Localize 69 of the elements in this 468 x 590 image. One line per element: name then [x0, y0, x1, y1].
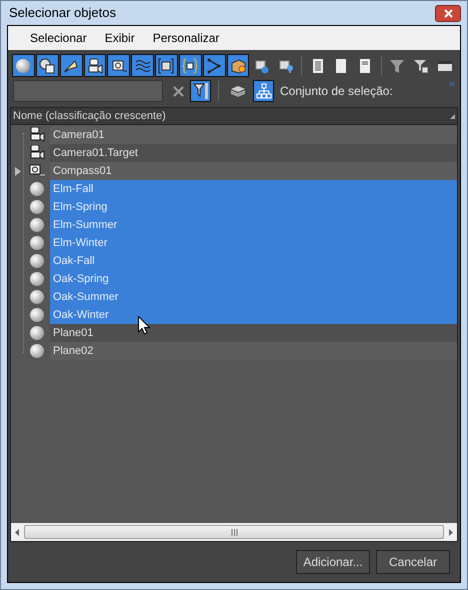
- column-header-label: Nome (classificação crescente): [13, 108, 166, 124]
- grip-icon: [230, 528, 238, 536]
- clear-search-button[interactable]: [170, 83, 186, 99]
- sphere-icon: [29, 199, 45, 215]
- waves-icon: [134, 58, 151, 74]
- layers-icon: [230, 83, 246, 99]
- object-list-row[interactable]: Plane01: [49, 324, 457, 342]
- column-header[interactable]: Nome (classificação crescente): [11, 108, 457, 125]
- sphere-icon: [29, 289, 45, 305]
- object-list-row[interactable]: Camera01: [49, 126, 457, 144]
- hierarchy-toggle-button[interactable]: [253, 80, 274, 102]
- object-type-filter-button[interactable]: [84, 54, 106, 77]
- sort-icon: [450, 114, 455, 118]
- sphere-icon: [15, 58, 32, 74]
- sphere-icon: [29, 181, 45, 197]
- close-icon: [444, 8, 452, 18]
- sphere-icon: [29, 253, 45, 269]
- camera-icon: [29, 127, 45, 143]
- object-list-row[interactable]: Oak-Spring: [49, 270, 457, 288]
- object-list-row[interactable]: Elm-Summer: [49, 216, 457, 234]
- horizontal-scrollbar[interactable]: [11, 523, 457, 541]
- object-type-filter-button[interactable]: [226, 54, 250, 77]
- scroll-right-icon[interactable]: [448, 528, 454, 536]
- object-type-filter-button[interactable]: [178, 54, 202, 77]
- sphere-icon: [29, 343, 45, 359]
- funnel-list-icon: [412, 58, 429, 74]
- shapes-icon: [39, 58, 56, 74]
- object-list-row[interactable]: Plane02: [49, 342, 457, 360]
- menu-item[interactable]: Personalizar: [144, 29, 228, 47]
- object-list-row[interactable]: Oak-Summer: [49, 288, 457, 306]
- object-type-filter-button[interactable]: [12, 54, 35, 77]
- object-list-row[interactable]: Elm-Spring: [49, 198, 457, 216]
- mouse-cursor-icon: [138, 316, 150, 335]
- object-list-row[interactable]: Oak-Fall: [49, 252, 457, 270]
- camera-icon: [29, 145, 45, 161]
- menu-item[interactable]: Selecionar: [22, 29, 95, 47]
- search-field[interactable]: [13, 80, 163, 102]
- funnel-icon: [192, 82, 208, 100]
- scroll-left-icon[interactable]: [14, 528, 20, 536]
- close-icon: [172, 86, 184, 96]
- menu-item[interactable]: Exibir: [96, 29, 143, 47]
- object-list-row[interactable]: Compass01: [49, 162, 457, 180]
- object-list-row[interactable]: Oak-Winter: [49, 306, 457, 324]
- sphere-icon: [29, 271, 45, 287]
- sphere-icon: [29, 325, 45, 341]
- camera-icon: [86, 58, 103, 74]
- dialog-button[interactable]: Adicionar...: [296, 550, 370, 574]
- filter-toggle-button[interactable]: [190, 80, 211, 102]
- object-list-row[interactable]: Elm-Winter: [49, 234, 457, 252]
- object-type-filter-button[interactable]: [107, 54, 130, 77]
- object-list-row[interactable]: Elm-Fall: [49, 180, 457, 198]
- dialog-button[interactable]: Cancelar: [376, 550, 450, 574]
- object-list-row[interactable]: Camera01.Target: [49, 144, 457, 162]
- cube-pin-icon: [278, 58, 294, 74]
- scrollbar-thumb[interactable]: [24, 525, 444, 539]
- sphere-icon: [29, 307, 45, 323]
- object-type-filter-button[interactable]: [36, 54, 59, 77]
- bracket-box-icon: [182, 58, 198, 74]
- sphere-icon: [29, 235, 45, 251]
- object-type-filter-button[interactable]: [60, 54, 83, 77]
- selection-set-label: Conjunto de seleção:: [280, 83, 394, 100]
- close-button[interactable]: [435, 4, 461, 22]
- window-title: Selecionar objetos: [9, 4, 116, 22]
- object-type-filter-button[interactable]: [155, 54, 178, 77]
- group-icon: [158, 58, 174, 74]
- hierarchy-icon: [256, 83, 272, 99]
- funnel-icon: [389, 58, 406, 74]
- expand-arrow-icon[interactable]: [15, 166, 21, 176]
- sphere-icon: [29, 217, 45, 233]
